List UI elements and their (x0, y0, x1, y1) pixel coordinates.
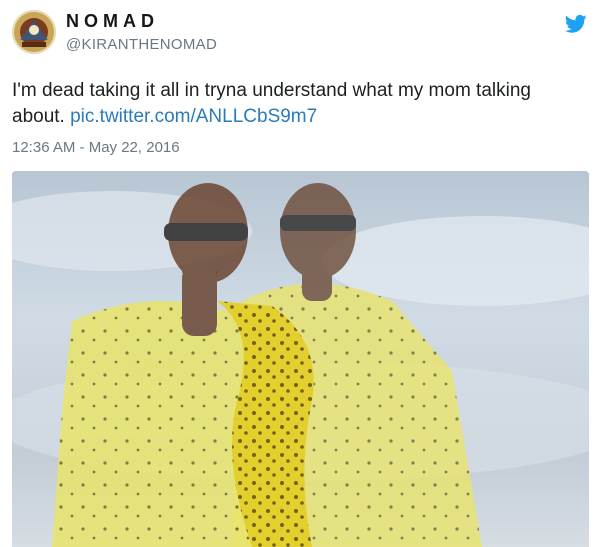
media-link[interactable]: pic.twitter.com/ANLLCbS9m7 (70, 106, 317, 127)
timestamp[interactable]: 12:36 AM - May 22, 2016 (12, 139, 180, 156)
tweet-card: NOMAD @KIRANTHENOMAD I'm dead taking it … (0, 0, 601, 547)
user-handle[interactable]: @KIRANTHENOMAD (66, 36, 217, 53)
avatar-icon (12, 10, 56, 54)
avatar[interactable] (12, 10, 56, 54)
twitter-bird-icon[interactable] (564, 14, 587, 34)
tweet-photo[interactable] (12, 171, 589, 547)
display-name[interactable]: NOMAD (66, 11, 159, 32)
photo-image (12, 171, 589, 547)
tweet-text: I'm dead taking it all in tryna understa… (12, 78, 587, 130)
